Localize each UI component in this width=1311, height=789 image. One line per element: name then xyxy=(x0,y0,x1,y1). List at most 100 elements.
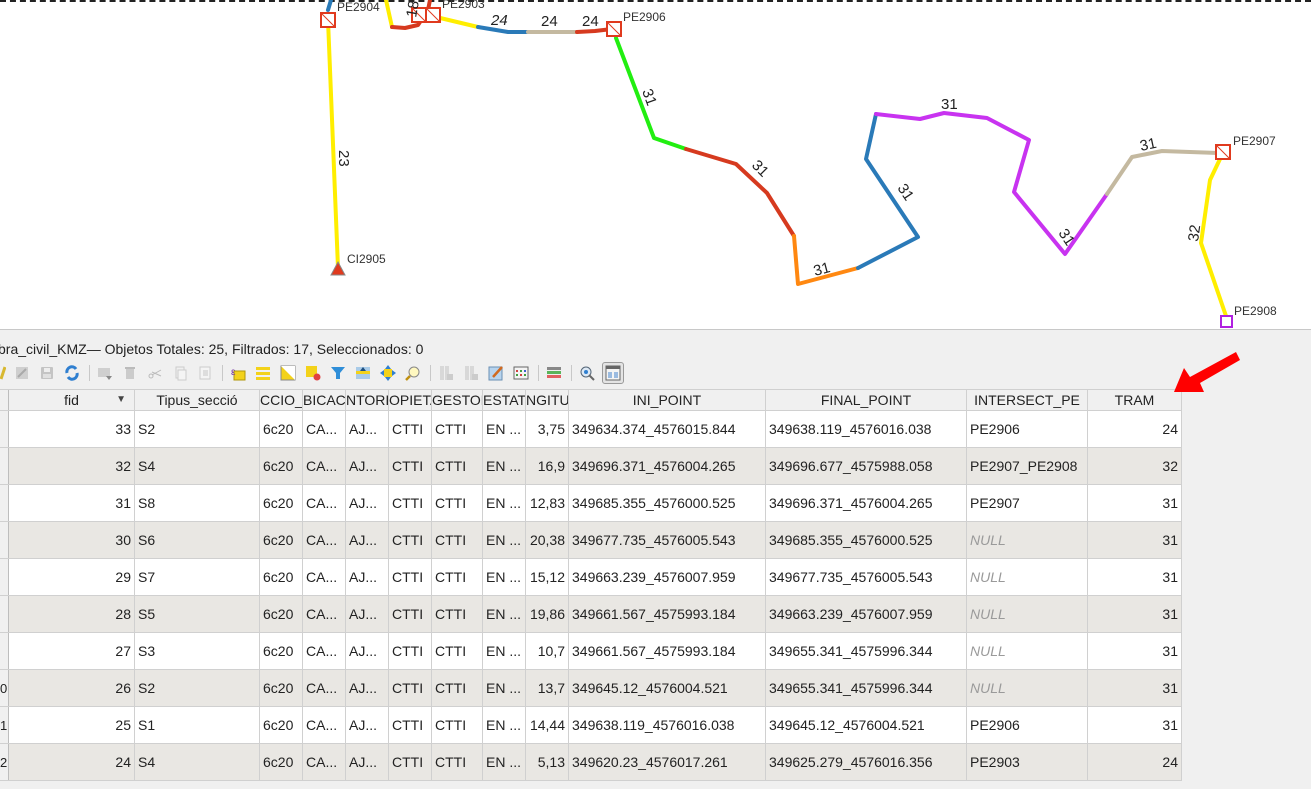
row-header[interactable]: 0 xyxy=(0,670,9,706)
intersect-pe-cell[interactable]: PE2907_PE2908 xyxy=(967,448,1088,484)
entorn-cell[interactable]: AJ... xyxy=(346,596,389,632)
node-PE2908[interactable]: PE2908 xyxy=(1220,304,1277,328)
gestor-cell[interactable]: CTTI xyxy=(432,448,483,484)
final-point-cell[interactable]: 349696.677_4575988.058 xyxy=(766,448,967,484)
map-canvas[interactable]: PE2904 PE2903 PE2906 PE2907 PE2908 CI290… xyxy=(0,0,1311,330)
final-point-cell[interactable]: 349685.355_4576000.525 xyxy=(766,522,967,558)
table-row[interactable]: 0 26 S2 6c20 CA... AJ... CTTI CTTI EN ... 13,7 349… xyxy=(0,670,1182,707)
longitud-cell[interactable]: 10,7 xyxy=(526,633,569,669)
table-row[interactable]: 28 S5 6c20 CA... AJ... CTTI CTTI EN ... 19,86 349… xyxy=(0,596,1182,633)
ubicacio-cell[interactable]: CA... xyxy=(303,707,346,743)
propietat-cell[interactable]: CTTI xyxy=(389,485,432,521)
propietat-cell[interactable]: CTTI xyxy=(389,411,432,447)
propietat-cell[interactable]: CTTI xyxy=(389,633,432,669)
segment-tram-18-yellow[interactable] xyxy=(384,0,394,29)
tram-cell[interactable]: 31 xyxy=(1088,670,1182,706)
toggle-editing-icon[interactable] xyxy=(0,363,6,383)
ini-point-cell[interactable]: 349661.567_4575993.184 xyxy=(569,596,766,632)
column-header-tram[interactable]: TRAM xyxy=(1088,390,1182,410)
row-header-corner[interactable] xyxy=(0,390,9,410)
column-header-gestor[interactable]: GESTOR xyxy=(432,390,483,410)
longitud-cell[interactable]: 19,86 xyxy=(526,596,569,632)
multi-edit-icon[interactable] xyxy=(12,363,32,383)
longitud-cell[interactable]: 14,44 xyxy=(526,707,569,743)
deselect-all-icon[interactable] xyxy=(303,363,323,383)
gestor-cell[interactable]: CTTI xyxy=(432,411,483,447)
entorn-cell[interactable]: AJ... xyxy=(346,485,389,521)
table-row[interactable]: 1 25 S1 6c20 CA... AJ... CTTI CTTI EN ... 14,44 34… xyxy=(0,707,1182,744)
longitud-cell[interactable]: 3,75 xyxy=(526,411,569,447)
row-header[interactable]: 1 xyxy=(0,707,9,743)
fid-cell[interactable]: 25 xyxy=(9,707,135,743)
tram-cell[interactable]: 31 xyxy=(1088,559,1182,595)
propietat-cell[interactable]: CTTI xyxy=(389,596,432,632)
column-header-tipus-seccio[interactable]: Tipus_secció xyxy=(135,390,260,410)
longitud-cell[interactable]: 12,83 xyxy=(526,485,569,521)
row-header[interactable]: 2 xyxy=(0,744,9,780)
tram-cell[interactable]: 31 xyxy=(1088,596,1182,632)
ini-point-cell[interactable]: 349634.374_4576015.844 xyxy=(569,411,766,447)
zoom-to-selected-icon[interactable] xyxy=(403,363,423,383)
conditional-formatting-icon[interactable] xyxy=(511,363,531,383)
intersect-pe-cell[interactable]: NULL xyxy=(967,670,1088,706)
row-header[interactable] xyxy=(0,596,9,632)
tram-cell[interactable]: 31 xyxy=(1088,707,1182,743)
intersect-pe-cell[interactable]: NULL xyxy=(967,596,1088,632)
tram-cell[interactable]: 31 xyxy=(1088,633,1182,669)
intersect-pe-cell[interactable]: PE2903 xyxy=(967,744,1088,780)
pan-to-selected-icon[interactable] xyxy=(378,363,398,383)
entorn-cell[interactable]: AJ... xyxy=(346,707,389,743)
final-point-cell[interactable]: 349696.371_4576004.265 xyxy=(766,485,967,521)
ubicacio-cell[interactable]: CA... xyxy=(303,448,346,484)
tipus-seccio-cell[interactable]: S8 xyxy=(135,485,260,521)
actions-icon[interactable] xyxy=(577,363,597,383)
ubicacio-cell[interactable]: CA... xyxy=(303,744,346,780)
row-header[interactable] xyxy=(0,485,9,521)
propietat-cell[interactable]: CTTI xyxy=(389,559,432,595)
final-point-cell[interactable]: 349655.341_4575996.344 xyxy=(766,670,967,706)
ubicacio-cell[interactable]: CA... xyxy=(303,670,346,706)
node-PE2906[interactable]: PE2906 xyxy=(606,10,666,37)
tipus-seccio-cell[interactable]: S3 xyxy=(135,633,260,669)
entorn-cell[interactable]: AJ... xyxy=(346,633,389,669)
table-row[interactable]: 33 S2 6c20 CA... AJ... CTTI CTTI EN ... 3,75 3496… xyxy=(0,411,1182,448)
ini-point-cell[interactable]: 349677.735_4576005.543 xyxy=(569,522,766,558)
seccio-cell[interactable]: 6c20 xyxy=(260,744,303,780)
gestor-cell[interactable]: CTTI xyxy=(432,670,483,706)
final-point-cell[interactable]: 349638.119_4576016.038 xyxy=(766,411,967,447)
fid-cell[interactable]: 27 xyxy=(9,633,135,669)
map-svg[interactable]: PE2904 PE2903 PE2906 PE2907 PE2908 CI290… xyxy=(0,0,1311,330)
tram-cell[interactable]: 24 xyxy=(1088,744,1182,780)
longitud-cell[interactable]: 20,38 xyxy=(526,522,569,558)
segment-tram-31-tan[interactable] xyxy=(1105,149,1220,196)
node-PE2907[interactable]: PE2907 xyxy=(1215,134,1276,160)
tipus-seccio-cell[interactable]: S6 xyxy=(135,522,260,558)
column-header-entorn[interactable]: NTORI xyxy=(346,390,389,410)
tipus-seccio-cell[interactable]: S4 xyxy=(135,744,260,780)
row-header[interactable] xyxy=(0,448,9,484)
intersect-pe-cell[interactable]: PE2906 xyxy=(967,707,1088,743)
fid-cell[interactable]: 24 xyxy=(9,744,135,780)
delete-feature-icon[interactable] xyxy=(120,363,140,383)
seccio-cell[interactable]: 6c20 xyxy=(260,522,303,558)
seccio-cell[interactable]: 6c20 xyxy=(260,559,303,595)
propietat-cell[interactable]: CTTI xyxy=(389,744,432,780)
column-header-propietat[interactable]: OPIETA xyxy=(389,390,432,410)
save-edits-icon[interactable] xyxy=(37,363,57,383)
row-header[interactable] xyxy=(0,411,9,447)
intersect-pe-cell[interactable]: NULL xyxy=(967,633,1088,669)
segment-tram-23[interactable] xyxy=(326,18,340,270)
ini-point-cell[interactable]: 349663.239_4576007.959 xyxy=(569,559,766,595)
seccio-cell[interactable]: 6c20 xyxy=(260,633,303,669)
seccio-cell[interactable]: 6c20 xyxy=(260,485,303,521)
longitud-cell[interactable]: 15,12 xyxy=(526,559,569,595)
fid-cell[interactable]: 30 xyxy=(9,522,135,558)
propietat-cell[interactable]: CTTI xyxy=(389,707,432,743)
estat-cell[interactable]: EN ... xyxy=(483,707,526,743)
entorn-cell[interactable]: AJ... xyxy=(346,411,389,447)
intersect-pe-cell[interactable]: NULL xyxy=(967,559,1088,595)
ini-point-cell[interactable]: 349696.371_4576004.265 xyxy=(569,448,766,484)
segment-stub-blue[interactable] xyxy=(326,0,333,12)
gestor-cell[interactable]: CTTI xyxy=(432,633,483,669)
longitud-cell[interactable]: 16,9 xyxy=(526,448,569,484)
